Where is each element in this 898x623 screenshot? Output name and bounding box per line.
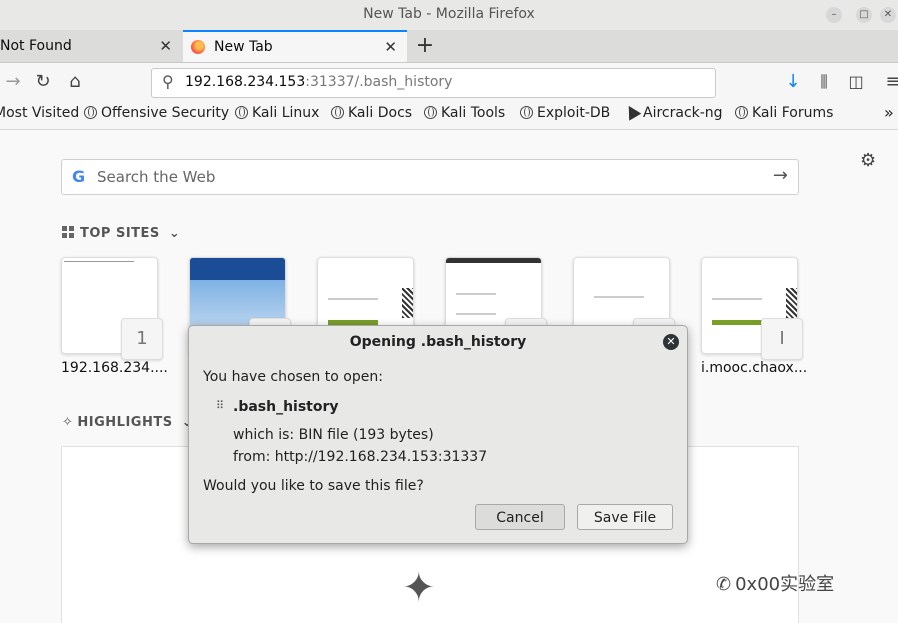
menu-icon[interactable]: ≡ [880, 69, 898, 95]
gear-icon[interactable]: ⚙ [860, 150, 876, 171]
tab-new-tab[interactable]: New Tab ✕ [183, 30, 407, 62]
search-go-icon[interactable]: → [773, 165, 788, 186]
bookmark-offensive-security[interactable]: Offensive Security [84, 105, 229, 121]
close-window-icon[interactable]: ✕ [880, 7, 896, 23]
tile-thumbnail-qr [402, 288, 413, 318]
tab-strip: Not Found ✕ New Tab ✕ [0, 30, 898, 63]
tile-thumbnail [328, 298, 378, 300]
dialog-intro: You have chosen to open: [203, 369, 383, 385]
tab-label: Not Found [0, 38, 72, 54]
globe-icon [424, 106, 437, 119]
search-icon: ⚲ [162, 72, 174, 91]
url-bar[interactable]: ⚲ 192.168.234.153:31337/.bash_history [151, 68, 716, 98]
bookmark-kali-forums[interactable]: Kali Forums [735, 105, 833, 121]
dialog-title: Opening .bash_history [349, 334, 527, 350]
bookmark-aircrack-ng[interactable]: Aircrack-ng [622, 102, 723, 121]
bookmark-label: Exploit-DB [537, 105, 611, 121]
search-box[interactable]: G Search the Web → [61, 159, 799, 195]
bookmark-label: Kali Tools [441, 105, 506, 121]
url-host: 192.168.234.153 [185, 74, 306, 90]
dialog-filetype: which is: BIN file (193 bytes) [233, 427, 434, 443]
url-text: 192.168.234.153:31337/.bash_history [185, 74, 452, 90]
highlights-icon: ✧ [62, 415, 74, 430]
sidebar-icon[interactable]: ◫ [843, 69, 869, 95]
bookmarks-toolbar: Most Visited Offensive Security Kali Lin… [0, 101, 898, 130]
search-input[interactable]: Search the Web [97, 168, 215, 186]
title-bar: New Tab - Mozilla Firefox – □ ✕ [0, 0, 898, 30]
tab-not-found[interactable]: Not Found ✕ [0, 30, 182, 62]
watermark: ✆ 0x00实验室 [716, 570, 834, 596]
bookmark-most-visited[interactable]: Most Visited [0, 105, 79, 121]
url-path: :31337/.bash_history [305, 74, 453, 90]
tile-thumbnail [446, 258, 541, 263]
cancel-button[interactable]: Cancel [475, 504, 565, 530]
bookmark-kali-docs[interactable]: Kali Docs [331, 105, 412, 121]
tile-thumbnail-qr [786, 288, 797, 318]
bookmark-label: Offensive Security [101, 105, 230, 121]
globe-icon [520, 106, 533, 119]
forward-icon[interactable]: → [0, 69, 26, 95]
globe-icon [235, 106, 248, 119]
globe-icon [84, 106, 97, 119]
aircrack-icon [622, 102, 642, 121]
bookmarks-overflow-icon[interactable]: » [884, 103, 894, 122]
bookmark-label: Kali Docs [348, 105, 413, 121]
highlights-label: HIGHLIGHTS [77, 415, 173, 430]
save-file-button[interactable]: Save File [577, 504, 673, 530]
minimize-icon[interactable]: – [826, 7, 842, 23]
file-icon: ⠿ [216, 399, 225, 412]
top-sites-label: TOP SITES [80, 226, 160, 241]
firefox-icon [191, 40, 205, 54]
chevron-down-icon: ⌄ [168, 226, 181, 241]
sparkle-icon: ✦ [402, 565, 436, 611]
reload-icon[interactable]: ↻ [30, 69, 56, 95]
close-tab-icon[interactable]: ✕ [384, 32, 397, 62]
close-tab-icon[interactable]: ✕ [159, 30, 172, 62]
dialog-question: Would you like to save this file? [203, 478, 424, 494]
tile-thumbnail-bar [712, 320, 762, 325]
bookmark-kali-tools[interactable]: Kali Tools [424, 105, 505, 121]
tile-label: 192.168.234.... [61, 360, 168, 376]
bookmark-label: Most Visited [0, 105, 80, 121]
google-icon: G [72, 167, 86, 186]
wechat-icon: ✆ [716, 574, 732, 595]
bookmark-kali-linux[interactable]: Kali Linux [235, 105, 319, 121]
dialog-source: from: http://192.168.234.153:31337 [233, 449, 488, 465]
top-sites-heading[interactable]: TOP SITES ⌄ [62, 226, 180, 241]
grid-icon [62, 226, 74, 238]
globe-icon [735, 106, 748, 119]
library-icon[interactable]: ⫼ [811, 69, 837, 95]
tile-thumbnail [190, 258, 285, 280]
tile-thumbnail-line [456, 313, 496, 315]
download-icon[interactable]: ↓ [780, 69, 806, 95]
tile-thumbnail-line [456, 293, 496, 295]
dialog-filename: .bash_history [233, 399, 339, 415]
bookmark-label: Kali Linux [252, 105, 320, 121]
bookmark-label: Kali Forums [752, 105, 834, 121]
tile-thumbnail [64, 261, 134, 262]
download-dialog: Opening .bash_history ✕ You have chosen … [188, 325, 688, 544]
globe-icon [331, 106, 344, 119]
close-icon[interactable]: ✕ [663, 334, 679, 350]
tile-badge: 1 [121, 318, 163, 360]
window-title: New Tab - Mozilla Firefox [363, 6, 535, 22]
tile-badge: I [761, 318, 803, 360]
highlights-heading[interactable]: ✧HIGHLIGHTS ⌄ [62, 415, 193, 430]
watermark-text: 0x00实验室 [735, 574, 835, 595]
bookmark-exploit-db[interactable]: Exploit-DB [520, 105, 610, 121]
maximize-icon[interactable]: □ [856, 7, 872, 23]
tile-thumbnail [594, 296, 644, 298]
tile-thumbnail [712, 298, 762, 300]
tab-label: New Tab [214, 39, 273, 55]
bookmark-label: Aircrack-ng [643, 105, 723, 121]
tile-label: i.mooc.chaox... [701, 360, 808, 376]
new-tab-button[interactable]: + [412, 30, 438, 62]
home-icon[interactable]: ⌂ [62, 69, 88, 95]
